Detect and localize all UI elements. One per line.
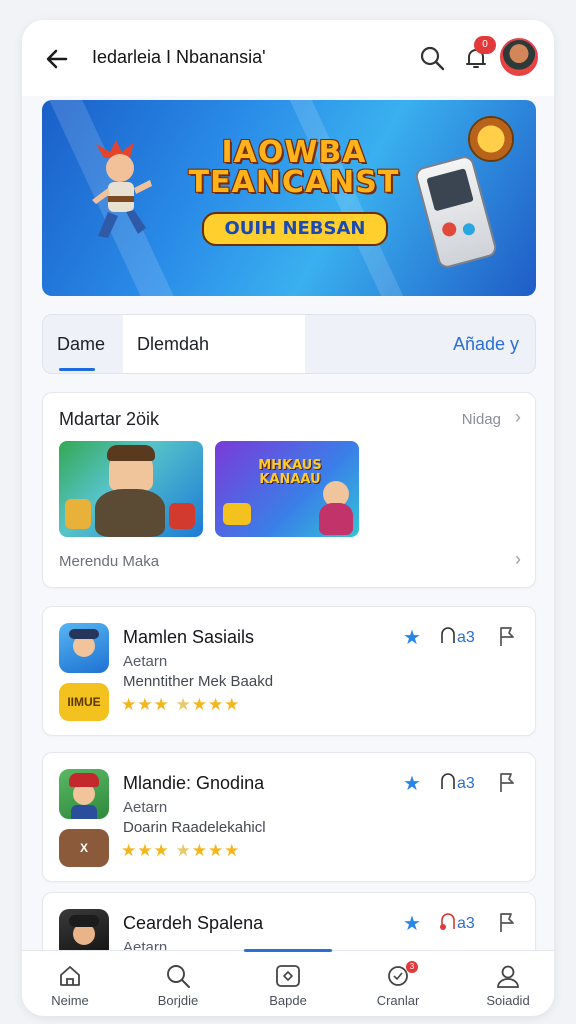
banner-title-line2: TEANCANST bbox=[188, 165, 400, 200]
user-avatar[interactable] bbox=[500, 38, 538, 76]
page-title: Iedarleia I Nbanansia' bbox=[92, 47, 266, 67]
review-count[interactable]: a3 bbox=[439, 627, 475, 647]
coin-emblem-icon bbox=[468, 116, 514, 162]
game-list-item[interactable]: X Mlandie: Gnodina Aetarn Doarin Raadele… bbox=[42, 752, 536, 882]
banner-title: IAOWBA TEANCANST bbox=[174, 138, 414, 198]
thumbnail-title: MHKAUS KANAAU bbox=[258, 458, 322, 487]
device-button bbox=[461, 221, 477, 237]
nav-profile[interactable]: Soiadid bbox=[468, 959, 548, 1015]
games-icon bbox=[276, 965, 300, 987]
featured-section: Mdartar 2öik Nidag › MHKAUS KANAAU Meren… bbox=[42, 392, 536, 588]
game-title: Mlandie: Gnodina bbox=[123, 773, 265, 793]
category-tabs: Dame Dlemdah Añade y bbox=[42, 314, 536, 374]
star-rating: ★★★ ★★★★ bbox=[121, 695, 241, 714]
nav-label: Neime bbox=[51, 993, 89, 1008]
bookmark-flag-icon[interactable] bbox=[497, 625, 517, 647]
game-icon bbox=[59, 623, 109, 673]
icon-hat bbox=[69, 773, 99, 787]
nav-search[interactable]: Borjdie bbox=[138, 959, 218, 1015]
nav-label: Soiadid bbox=[486, 993, 530, 1008]
game-title: Ceardeh Spalena bbox=[123, 913, 264, 933]
section-footer-label: Merendu Maka bbox=[59, 553, 160, 570]
search-icon bbox=[167, 965, 190, 988]
icon-body bbox=[71, 805, 97, 819]
notification-badge: 0 bbox=[474, 36, 496, 54]
game-badge: IIMUE bbox=[59, 683, 109, 721]
tab-label: Dame bbox=[57, 334, 106, 354]
nav-games[interactable]: Bapde bbox=[248, 959, 328, 1015]
chevron-right-icon[interactable]: › bbox=[515, 407, 521, 428]
featured-game-thumbnail[interactable]: MHKAUS KANAAU bbox=[215, 441, 359, 537]
app-screen: Iedarleia I Nbanansia' 0 IAOWBA TEANCANS bbox=[22, 20, 554, 1016]
favorite-star-icon[interactable]: ★ bbox=[403, 771, 421, 796]
chat-badge: 3 bbox=[406, 961, 418, 973]
hero-character-illustration bbox=[92, 140, 152, 238]
nav-label: Cranlar bbox=[376, 993, 420, 1008]
featured-game-thumbnail[interactable] bbox=[59, 441, 203, 537]
game-badge: X bbox=[59, 829, 109, 867]
review-count-value: a3 bbox=[457, 629, 475, 646]
profile-icon bbox=[497, 965, 519, 988]
character-hat bbox=[107, 445, 155, 461]
character-body bbox=[95, 489, 165, 537]
game-description: Doarin Raadelekahicl bbox=[123, 819, 266, 836]
game-description: Menntither Mek Baakd bbox=[123, 673, 274, 690]
nav-home[interactable]: Neime bbox=[30, 959, 110, 1015]
item-crate bbox=[65, 499, 91, 529]
item-badge bbox=[223, 503, 251, 525]
nav-label: Bapde bbox=[269, 993, 307, 1008]
icon-hat bbox=[69, 629, 99, 639]
banner-title-line1: IAOWBA bbox=[221, 135, 367, 170]
handheld-device-illustration bbox=[413, 154, 499, 270]
device-screen bbox=[426, 168, 474, 212]
nav-chat[interactable]: 3 Cranlar bbox=[358, 959, 438, 1015]
icon-hat bbox=[69, 915, 99, 927]
promo-banner[interactable]: IAOWBA TEANCANST OUIH NEBSAN bbox=[42, 100, 536, 296]
back-arrow-icon[interactable] bbox=[42, 44, 72, 74]
tab-label: Añade y bbox=[452, 334, 519, 354]
section-title: Mdartar 2öik bbox=[59, 409, 160, 429]
comment-icon bbox=[441, 773, 455, 789]
device-button bbox=[440, 220, 458, 238]
bookmark-flag-icon[interactable] bbox=[497, 771, 517, 793]
search-icon[interactable] bbox=[418, 44, 446, 72]
review-count-value: a3 bbox=[457, 915, 475, 932]
game-subtitle: Aetarn bbox=[123, 653, 168, 670]
tab-label: Dlemdah bbox=[137, 334, 210, 354]
character-body bbox=[319, 503, 353, 535]
game-subtitle: Aetarn bbox=[123, 799, 168, 816]
comment-icon bbox=[440, 913, 455, 930]
favorite-star-icon[interactable]: ★ bbox=[403, 625, 421, 650]
chevron-right-icon[interactable]: › bbox=[515, 549, 521, 570]
favorite-star-icon[interactable]: ★ bbox=[403, 911, 421, 936]
banner-subtitle: OUIH NEBSAN bbox=[202, 212, 388, 246]
nav-label: Borjdie bbox=[157, 993, 199, 1008]
game-list-item[interactable]: IIMUE Mamlen Sasiails Aetarn Menntither … bbox=[42, 606, 536, 736]
game-icon bbox=[59, 769, 109, 819]
review-count[interactable]: a3 bbox=[439, 773, 475, 793]
see-more-link[interactable]: Nidag bbox=[462, 411, 501, 428]
home-icon bbox=[60, 966, 80, 986]
game-title: Mamlen Sasiails bbox=[123, 627, 255, 647]
item-badge bbox=[169, 503, 195, 529]
tab-anade[interactable]: Añade y bbox=[453, 315, 519, 373]
review-count[interactable]: a3 bbox=[439, 913, 475, 933]
top-app-bar: Iedarleia I Nbanansia' 0 bbox=[22, 20, 554, 96]
comment-icon bbox=[441, 627, 455, 643]
scroll-indicator bbox=[244, 949, 332, 952]
bookmark-flag-icon[interactable] bbox=[497, 911, 517, 933]
active-tab-indicator bbox=[59, 368, 95, 371]
tab-dlemdah[interactable]: Dlemdah bbox=[123, 315, 305, 373]
star-rating: ★★★ ★★★★ bbox=[121, 841, 241, 860]
tab-dame[interactable]: Dame bbox=[43, 315, 123, 373]
review-count-value: a3 bbox=[457, 775, 475, 792]
bottom-navigation: Neime Borjdie Bapde 3 Cranlar Soiadid bbox=[22, 949, 554, 1016]
